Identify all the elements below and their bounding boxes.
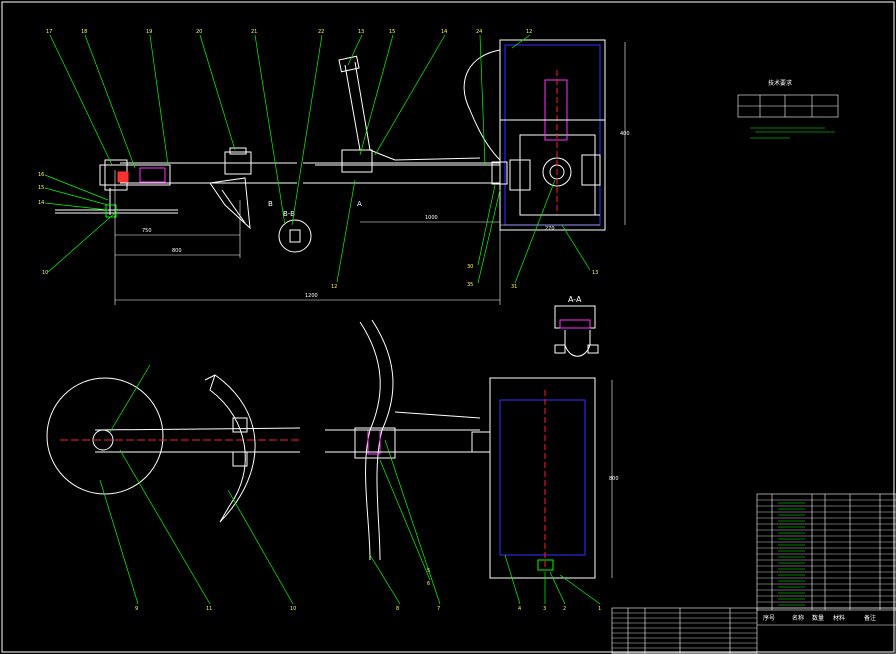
callout-14: 14 <box>441 29 447 35</box>
callout-b-1: 1 <box>598 606 601 612</box>
callout-b-7: 7 <box>437 606 440 612</box>
bom-header-seq: 序号 <box>763 614 775 622</box>
section-marker-a: A <box>357 200 362 208</box>
bom-header-qty: 数量 <box>812 614 824 622</box>
callout-b-9: 9 <box>135 606 138 612</box>
callout-21: 21 <box>251 29 257 35</box>
callout-13: 13 <box>358 29 364 35</box>
callout-mid-31: 31 <box>511 284 517 290</box>
callout-mid-35: 35 <box>467 282 473 288</box>
dim-right: 800 <box>609 476 619 482</box>
bottom-view <box>46 319 596 579</box>
callout-left-15: 15 <box>38 185 44 191</box>
callout-b-11: 11 <box>206 606 212 612</box>
section-aa-label: A-A <box>568 295 582 304</box>
callout-22: 22 <box>318 29 324 35</box>
tech-table <box>737 94 839 118</box>
section-marker-b: B <box>268 200 273 208</box>
title-block <box>611 607 896 654</box>
callout-12: 12 <box>526 29 532 35</box>
top-leaders <box>44 34 591 284</box>
callout-b-10: 10 <box>290 606 296 612</box>
callout-left-14: 14 <box>38 200 44 206</box>
dim-1200: 1200 <box>305 293 318 299</box>
callout-b-3: 3 <box>543 606 546 612</box>
callout-b-4: 4 <box>518 606 521 612</box>
bottom-leaders <box>99 364 601 605</box>
bom-header-name: 名称 <box>792 614 804 622</box>
tech-notes <box>750 127 835 139</box>
bom-header-note: 备注 <box>864 614 876 622</box>
bottom-callout-numbers: 9 11 10 8 7 6 5 4 3 2 1 <box>135 568 601 612</box>
callout-24: 24 <box>476 29 482 35</box>
callout-left-10: 10 <box>42 270 48 276</box>
dim-800: 800 <box>172 248 182 254</box>
callout-b-5: 5 <box>427 568 430 574</box>
callout-b-8: 8 <box>396 606 399 612</box>
bom-header-mat: 材料 <box>833 614 845 622</box>
dim-1000: 1000 <box>425 215 438 221</box>
dim-270: 270 <box>545 226 555 232</box>
cutting-blade <box>46 377 164 495</box>
bom-table <box>756 493 896 611</box>
callout-17: 17 <box>46 29 52 35</box>
section-aa-view <box>554 305 599 357</box>
title-header: 序号 名称 数量 材料 备注 <box>763 614 876 622</box>
callout-18: 18 <box>81 29 87 35</box>
callout-mid-30: 30 <box>467 264 473 270</box>
callout-15: 15 <box>389 29 395 35</box>
top-view <box>55 39 606 253</box>
top-dimensions <box>114 42 626 305</box>
tech-req-title: 技术要求 <box>768 79 792 87</box>
bom-rows <box>757 499 896 609</box>
callout-b-2: 2 <box>563 606 566 612</box>
callout-19: 19 <box>146 29 152 35</box>
dim-750: 750 <box>142 228 152 234</box>
dim-side: 400 <box>620 131 630 137</box>
callout-mid-13: 13 <box>592 270 598 276</box>
callout-left-16: 16 <box>38 172 44 178</box>
cad-drawing-canvas: 750 800 1200 1000 270 400 B-B B A A-A 17… <box>1 1 896 654</box>
callout-mid-12: 12 <box>331 284 337 290</box>
title-rows <box>612 612 757 654</box>
callout-20: 20 <box>196 29 202 35</box>
callout-b-6: 6 <box>427 581 430 587</box>
